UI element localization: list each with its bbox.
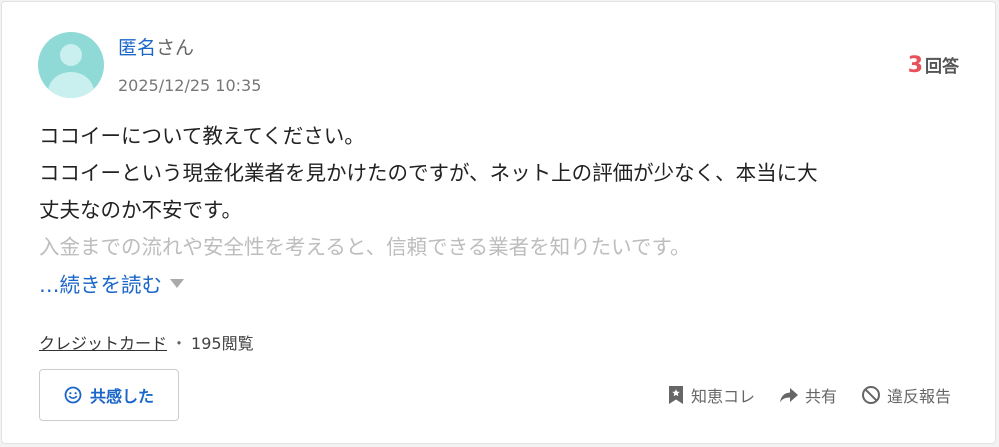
question-meta: クレジットカード ・ 195閲覧: [39, 330, 254, 354]
share-button[interactable]: 共有: [779, 383, 837, 407]
user-name: 匿名さん: [118, 36, 194, 60]
avatar-body: [48, 72, 94, 98]
meta-separator: ・: [171, 334, 188, 353]
question-card: 匿名さん 2025/12/25 10:35 3 回答 ココイーについて教えてくだ…: [1, 1, 996, 444]
post-timestamp: 2025/12/25 10:35: [118, 76, 262, 95]
chevron-down-icon: [170, 278, 184, 288]
read-more-link[interactable]: …続きを読む: [39, 268, 184, 298]
share-arrow-icon: [779, 388, 798, 403]
action-bar: 知恵コレ 共有 違反報告: [643, 383, 951, 407]
read-more-label: …続きを読む: [39, 273, 162, 297]
question-line: 丈夫なのか不安です。: [39, 198, 242, 222]
question-line: ココイーについて教えてください。: [39, 124, 365, 148]
chiebukuro-kore-button[interactable]: 知恵コレ: [667, 383, 755, 407]
empathy-label: 共感した: [89, 387, 154, 406]
answer-count[interactable]: 3 回答: [908, 52, 959, 78]
chiebukuro-kore-label: 知恵コレ: [690, 387, 755, 406]
view-count: 195閲覧: [191, 334, 254, 353]
avatar-head: [60, 44, 82, 66]
user-name-link[interactable]: 匿名: [118, 37, 156, 59]
question-line-faded: 入金までの流れや安全性を考えると、信頼できる業者を知りたいです。: [39, 235, 691, 259]
prohibited-icon: [861, 386, 880, 404]
bookmark-star-icon: [668, 386, 683, 404]
answer-count-number: 3: [907, 53, 923, 78]
user-name-suffix: さん: [156, 37, 195, 59]
report-label: 違反報告: [886, 387, 951, 406]
question-line: ココイーという現金化業者を見かけたのですが、ネット上の評価が少なく、本当に大: [39, 161, 818, 185]
report-button[interactable]: 違反報告: [861, 383, 951, 407]
empathy-button[interactable]: 共感した: [39, 369, 179, 421]
share-label: 共有: [804, 387, 837, 406]
avatar[interactable]: [38, 32, 104, 98]
smile-icon: [64, 386, 82, 404]
question-body: ココイーについて教えてください。 ココイーという現金化業者を見かけたのですが、ネ…: [39, 118, 959, 266]
category-link[interactable]: クレジットカード: [39, 330, 167, 354]
answer-count-label: 回答: [925, 57, 959, 77]
